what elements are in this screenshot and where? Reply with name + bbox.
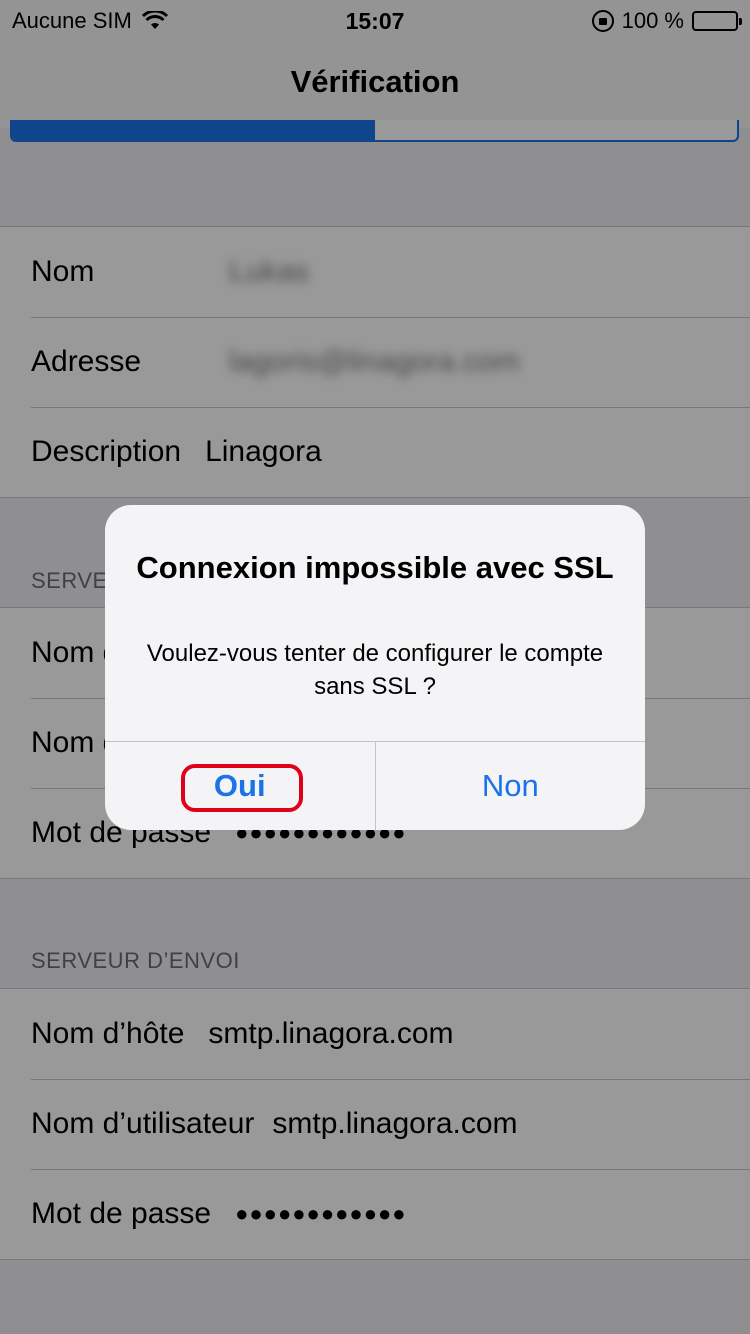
alert-actions: Oui Non xyxy=(105,741,645,830)
yes-button[interactable]: Oui xyxy=(105,742,375,830)
alert-dialog: Connexion impossible avec SSL Voulez-vou… xyxy=(105,505,645,830)
screen: Aucune SIM 15:07 100 % Vérification Nom … xyxy=(0,0,750,1334)
alert-title: Connexion impossible avec SSL xyxy=(136,550,614,585)
no-button-label: Non xyxy=(481,768,539,803)
alert-message: Voulez-vous tenter de configurer le comp… xyxy=(146,640,604,700)
no-button[interactable]: Non xyxy=(374,742,646,830)
highlight-annotation xyxy=(181,764,303,812)
